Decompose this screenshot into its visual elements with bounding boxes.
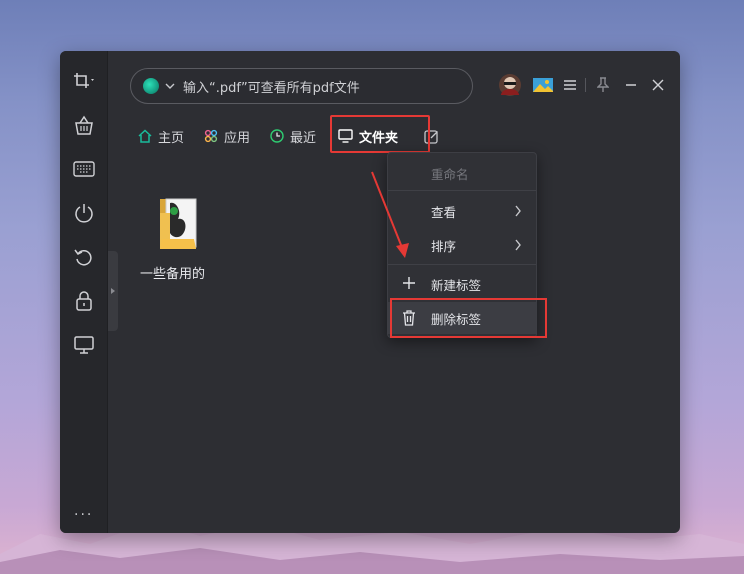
plus-icon <box>403 277 415 289</box>
search-box[interactable]: 输入“.pdf”可查看所有pdf文件 <box>130 68 473 104</box>
skin-icon[interactable] <box>531 73 555 97</box>
file-manager-window: ... 输入“.pdf”可查看所有pdf文件 主页 应用 最近 文件夹 一些备用… <box>60 51 680 533</box>
folder-label[interactable]: 一些备用的 <box>140 263 205 282</box>
tab-label: 最近 <box>290 130 317 146</box>
tab-recent[interactable]: 最近 <box>260 121 326 151</box>
menu-item-new-tag[interactable]: 新建标签 <box>388 268 536 300</box>
app-logo-icon[interactable] <box>143 78 159 94</box>
clock-icon <box>270 129 284 143</box>
tab-highlight-box <box>330 115 430 153</box>
monitor-icon[interactable] <box>70 331 98 359</box>
menu-item-sort[interactable]: 排序 <box>388 229 536 261</box>
close-icon <box>652 79 664 91</box>
title-divider <box>583 73 587 97</box>
more-button[interactable]: ... <box>74 503 93 519</box>
menu-divider <box>388 190 536 191</box>
menu-item-label: 查看 <box>431 204 457 220</box>
tab-label: 主页 <box>158 130 185 146</box>
minimize-button[interactable] <box>621 73 641 97</box>
sidebar: ... <box>60 51 108 533</box>
menu-item-view[interactable]: 查看 <box>388 195 536 227</box>
undo-icon[interactable] <box>70 243 98 271</box>
chevron-right-icon <box>515 239 521 251</box>
tab-apps[interactable]: 应用 <box>194 121 260 151</box>
folder-item[interactable] <box>152 193 212 255</box>
menu-highlight-box <box>390 298 547 338</box>
chevron-right-icon <box>515 205 521 217</box>
sidebar-collapse-handle[interactable] <box>108 251 118 331</box>
chevron-down-icon[interactable] <box>165 81 175 91</box>
menu-divider <box>388 264 536 265</box>
avatar[interactable] <box>497 73 523 97</box>
chevron-right-icon <box>111 288 115 294</box>
minimize-icon <box>626 84 636 86</box>
search-input[interactable]: 输入“.pdf”可查看所有pdf文件 <box>183 77 360 96</box>
power-icon[interactable] <box>70 199 98 227</box>
close-button[interactable] <box>648 73 668 97</box>
tab-label: 应用 <box>224 130 251 146</box>
menu-item-rename: 重命名 <box>388 157 536 189</box>
home-icon <box>138 129 152 143</box>
tab-home[interactable]: 主页 <box>128 121 194 151</box>
pin-icon[interactable] <box>593 73 613 97</box>
keyboard-icon[interactable] <box>70 155 98 183</box>
lock-icon[interactable] <box>70 287 98 315</box>
folder-icon <box>160 198 197 249</box>
apps-icon <box>204 129 218 143</box>
basket-icon[interactable] <box>70 111 98 139</box>
menu-item-label: 新建标签 <box>431 277 482 293</box>
menu-item-label: 排序 <box>431 238 457 254</box>
crop-icon[interactable] <box>70 67 98 95</box>
menu-icon[interactable] <box>560 73 580 97</box>
menu-item-label: 重命名 <box>431 166 469 182</box>
